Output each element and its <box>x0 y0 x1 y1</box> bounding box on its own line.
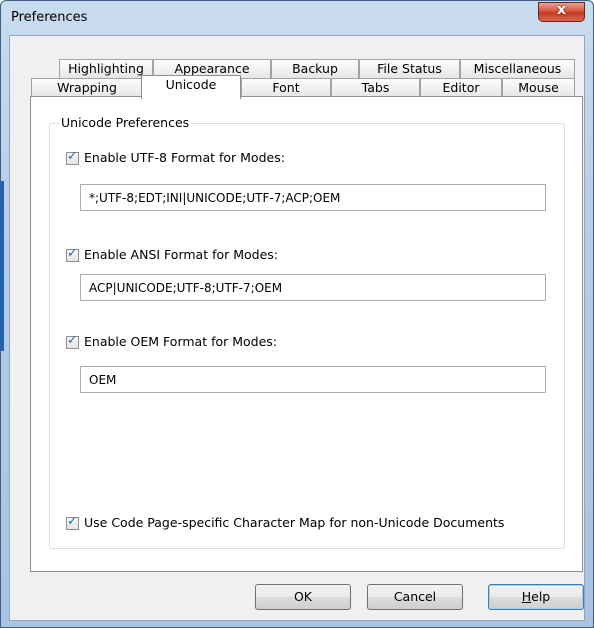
cancel-button[interactable]: Cancel <box>367 584 463 610</box>
close-button[interactable]: x <box>538 2 585 22</box>
help-label-rest: elp <box>531 589 551 604</box>
help-mnemonic: H <box>521 589 532 604</box>
utf8-label[interactable]: Enable UTF-8 Format for Modes: <box>84 150 285 165</box>
codepage-checkbox[interactable] <box>66 514 79 530</box>
close-icon: x <box>556 2 567 18</box>
window-edge-accent <box>1 181 4 351</box>
tab-backup[interactable]: Backup <box>271 59 359 78</box>
tab-tabs[interactable]: Tabs <box>331 78 420 97</box>
oem-checkbox[interactable] <box>66 333 79 349</box>
oem-label[interactable]: Enable OEM Format for Modes: <box>84 334 277 349</box>
tab-highlighting[interactable]: Highlighting <box>59 59 153 78</box>
group-label: Unicode Preferences <box>59 115 192 130</box>
preferences-window: Preferences x Highlighting Appearance Ba… <box>0 0 594 628</box>
tab-unicode[interactable]: Unicode <box>141 75 241 99</box>
oem-modes-input[interactable] <box>80 366 546 393</box>
unicode-tab-panel: Unicode Preferences Enable UTF-8 Format … <box>30 96 583 572</box>
tab-font[interactable]: Font <box>241 78 331 97</box>
ansi-checkbox[interactable] <box>66 246 79 262</box>
utf8-modes-input[interactable] <box>80 184 546 211</box>
ansi-modes-input[interactable] <box>80 274 546 301</box>
help-button[interactable]: Help <box>488 584 584 610</box>
tab-mouse[interactable]: Mouse <box>502 78 575 97</box>
ok-button[interactable]: OK <box>255 584 351 610</box>
window-title: Preferences <box>11 10 88 25</box>
tab-editor[interactable]: Editor <box>420 78 502 97</box>
utf8-checkbox[interactable] <box>66 149 79 165</box>
codepage-label[interactable]: Use Code Page-specific Character Map for… <box>84 515 504 530</box>
tab-file-status[interactable]: File Status <box>359 59 460 78</box>
title-bar[interactable]: Preferences x <box>1 1 593 35</box>
tab-wrapping[interactable]: Wrapping <box>31 78 143 97</box>
tab-miscellaneous[interactable]: Miscellaneous <box>460 59 575 78</box>
ansi-label[interactable]: Enable ANSI Format for Modes: <box>84 247 278 262</box>
